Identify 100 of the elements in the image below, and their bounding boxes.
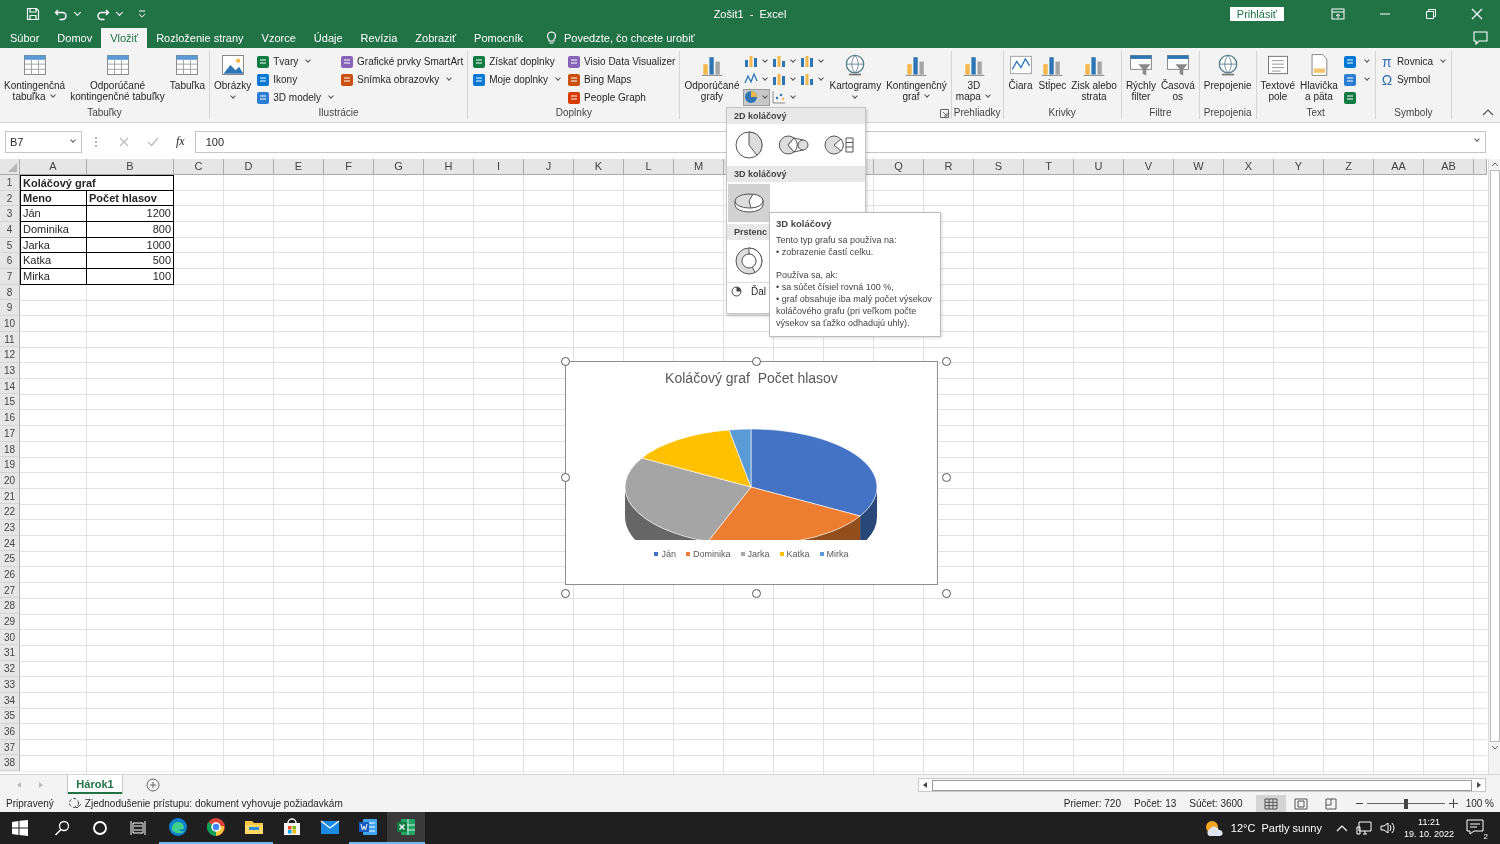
taskbar-app-button[interactable] <box>387 812 425 844</box>
notification-icon[interactable] <box>1466 819 1484 835</box>
ribbon-tab[interactable]: Revízia <box>351 27 407 48</box>
resize-handle[interactable] <box>561 357 570 366</box>
column-header[interactable]: B <box>87 158 174 175</box>
zoom-level[interactable]: 100 % <box>1465 798 1494 809</box>
check-icon[interactable] <box>147 136 159 147</box>
row-header[interactable]: 10 <box>0 316 20 332</box>
column-header[interactable]: A <box>20 158 87 175</box>
ribbon-button[interactable]: Získať doplnky <box>472 52 563 71</box>
lightbulb-icon[interactable] <box>546 30 558 45</box>
dialog-launcher-icon[interactable] <box>939 108 949 118</box>
chevron-up-icon[interactable] <box>1335 824 1348 832</box>
column-header[interactable]: G <box>374 158 424 175</box>
ribbon-button[interactable]: Obrázky <box>212 50 254 99</box>
ribbon-tab[interactable]: Domov <box>48 27 102 48</box>
column-header[interactable]: T <box>1024 158 1074 175</box>
collapse-ribbon-icon[interactable] <box>1482 107 1494 116</box>
column-header[interactable]: S <box>974 158 1024 175</box>
column-header[interactable]: AB <box>1424 158 1474 175</box>
zoom-thumb[interactable] <box>1403 798 1408 809</box>
column-header[interactable]: Q <box>874 158 924 175</box>
chart-type-button[interactable] <box>742 88 770 106</box>
ribbon-button[interactable]: Ω Symbol <box>1379 70 1447 89</box>
ribbon-display-icon[interactable] <box>1331 7 1345 20</box>
pie-slice[interactable] <box>624 457 752 540</box>
ribbon-button[interactable]: Kontingenčný graf <box>884 50 949 103</box>
ribbon-tab[interactable]: Údaje <box>304 27 352 48</box>
ribbon-button[interactable]: Textové pole <box>1258 50 1298 103</box>
resize-handle[interactable] <box>942 589 951 598</box>
weather-text[interactable]: Partly sunny <box>1261 822 1322 834</box>
search-icon[interactable] <box>54 820 70 836</box>
ribbon-button[interactable]: Stĺpec <box>1036 50 1069 92</box>
ribbon-tab[interactable]: Súbor <box>1 27 49 48</box>
speaker-icon[interactable] <box>1379 821 1396 835</box>
ribbon-button[interactable]: Prepojenie <box>1201 50 1254 92</box>
save-icon[interactable] <box>26 6 40 21</box>
ribbon-button[interactable]: Odporúčané kontingenčné tabuľky <box>68 50 167 103</box>
row-header[interactable]: 19 <box>0 457 20 473</box>
circle-icon[interactable] <box>92 820 108 836</box>
resize-handle[interactable] <box>561 473 570 482</box>
resize-handle[interactable] <box>561 589 570 598</box>
scroll-right-icon[interactable] <box>1476 781 1482 790</box>
ribbon-button[interactable]: Časová os <box>1158 50 1197 103</box>
column-header[interactable]: D <box>224 158 274 175</box>
column-header[interactable]: V <box>1124 158 1174 175</box>
ribbon-button[interactable]: Grafické prvky SmartArt <box>340 52 464 71</box>
windows-start-icon[interactable] <box>12 820 28 836</box>
row-header[interactable]: 15 <box>0 394 20 411</box>
ribbon-button[interactable]: Rýchly filter <box>1123 50 1158 103</box>
restore-icon[interactable] <box>1425 7 1437 20</box>
ribbon-button[interactable]: Zisk alebo strata <box>1069 50 1119 103</box>
row-header[interactable]: 31 <box>0 645 20 662</box>
ribbon-button[interactable]: Kontingenčná tabuľka <box>2 50 68 103</box>
row-header[interactable]: 35 <box>0 708 20 724</box>
ribbon-button[interactable]: Tvary <box>256 52 336 71</box>
customize-icon[interactable] <box>138 8 146 19</box>
ribbon-button[interactable]: Moje doplnky <box>472 70 563 89</box>
vertical-scrollbar[interactable] <box>1488 158 1500 775</box>
ribbon-button[interactable]: π Rovnica <box>1379 52 1447 71</box>
scroll-down-icon[interactable] <box>1490 744 1499 751</box>
column-header[interactable]: H <box>424 158 474 175</box>
pie-slice[interactable] <box>750 428 878 540</box>
task-view-icon[interactable] <box>130 820 148 836</box>
scroll-left-icon[interactable] <box>922 781 928 790</box>
zoom-in-icon[interactable] <box>1448 799 1458 808</box>
row-header[interactable]: 28 <box>0 598 20 615</box>
ribbon-button[interactable]: Kartogramy <box>827 50 884 99</box>
row-header[interactable]: 22 <box>0 504 20 520</box>
column-header[interactable]: C <box>174 158 224 175</box>
sign-in-button[interactable]: Prihlásiť <box>1229 6 1284 21</box>
insert-function-button[interactable]: fx <box>176 134 185 150</box>
name-box[interactable]: B7 <box>5 130 82 153</box>
view-button[interactable] <box>1255 795 1286 812</box>
row-header[interactable]: 32 <box>0 661 20 677</box>
row-header[interactable]: 6 <box>0 253 20 269</box>
column-header[interactable]: M <box>674 158 724 175</box>
ribbon-button[interactable]: Hlavička a päta <box>1298 50 1340 103</box>
ribbon-button[interactable]: People Graph <box>567 88 676 107</box>
resize-handle[interactable] <box>942 357 951 366</box>
scroll-up-icon[interactable] <box>1490 160 1499 167</box>
ribbon-button[interactable]: 3D mapa <box>953 50 994 103</box>
ribbon-tab[interactable]: Vzorce <box>252 27 305 48</box>
ribbon-button[interactable]: Odporúčané grafy <box>682 50 742 103</box>
row-header[interactable]: 12 <box>0 347 20 364</box>
temperature[interactable]: 12°C <box>1230 822 1256 834</box>
row-header[interactable]: 9 <box>0 300 20 317</box>
network-icon[interactable] <box>1355 821 1372 835</box>
resize-handle[interactable] <box>751 357 761 366</box>
column-header[interactable]: R <box>924 158 974 175</box>
row-header[interactable]: 3 <box>0 206 20 222</box>
accessibility-icon[interactable] <box>67 797 82 810</box>
column-header[interactable]: E <box>274 158 324 175</box>
ribbon-button[interactable]: 3D modely <box>256 88 336 107</box>
tell-me-search[interactable]: Povedzte, čo chcete urobiť <box>564 31 695 44</box>
sheet-tab[interactable]: Hárok1 <box>68 775 122 795</box>
column-header[interactable]: Y <box>1274 158 1324 175</box>
ribbon-tab[interactable]: Pomocník <box>465 27 533 48</box>
column-header[interactable]: K <box>574 158 624 175</box>
row-header[interactable]: 13 <box>0 363 20 379</box>
